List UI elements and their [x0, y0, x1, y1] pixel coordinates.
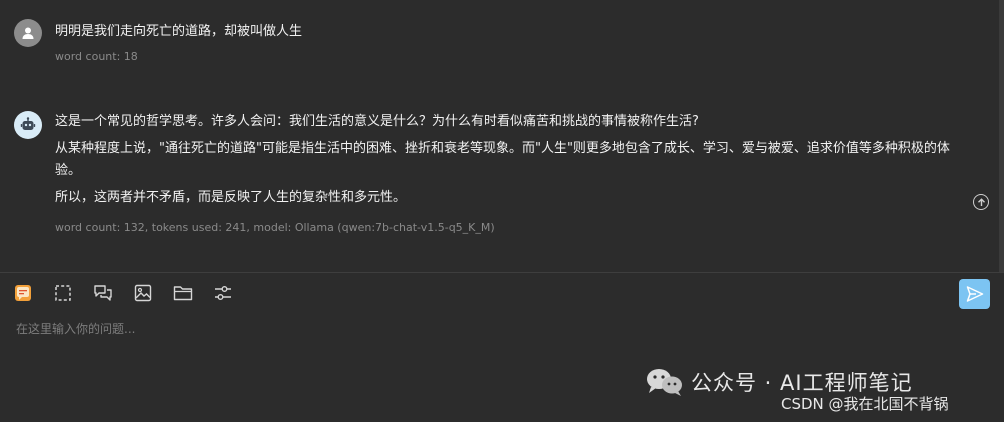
folder-icon[interactable]: [172, 282, 194, 304]
assistant-message-meta: word count: 132, tokens used: 241, model…: [55, 221, 495, 234]
assistant-paragraph: 这是一个常见的哲学思考。许多人会问：我们生活的意义是什么？为什么有时看似痛苦和挑…: [55, 114, 699, 129]
assistant-message-text: 这是一个常见的哲学思考。许多人会问：我们生活的意义是什么？为什么有时看似痛苦和挑…: [55, 111, 960, 209]
screenshot-select-icon[interactable]: [52, 282, 74, 304]
assistant-paragraph: 所以，这两者并不矛盾，而是反映了人生的复杂性和多元性。: [55, 190, 407, 205]
chat-area: 明明是我们走向死亡的道路，却被叫做人生 word count: 18 这是一个常…: [0, 0, 1004, 272]
image-icon[interactable]: [132, 282, 154, 304]
scroll-to-top-icon[interactable]: [973, 194, 989, 210]
user-message: 明明是我们走向死亡的道路，却被叫做人生 word count: 18: [0, 0, 1004, 80]
wechat-icon: [647, 369, 682, 396]
settings-sliders-icon[interactable]: [212, 282, 234, 304]
conversation-icon[interactable]: [92, 282, 114, 304]
send-icon: [966, 286, 983, 302]
bot-avatar-icon: [14, 111, 42, 139]
divider: [0, 272, 1004, 273]
user-avatar-icon: [14, 19, 42, 47]
assistant-message: 这是一个常见的哲学思考。许多人会问：我们生活的意义是什么？为什么有时看似痛苦和挑…: [0, 100, 1004, 240]
user-message-meta: word count: 18: [55, 50, 138, 63]
send-button[interactable]: [959, 279, 990, 309]
question-input[interactable]: [14, 318, 918, 340]
assistant-paragraph: 从某种程度上说，"通往死亡的道路"可能是指生活中的困难、挫折和衰老等现象。而"人…: [55, 141, 950, 178]
chat-mode-icon[interactable]: [12, 282, 34, 304]
user-message-text: 明明是我们走向死亡的道路，却被叫做人生: [55, 24, 303, 39]
watermark-sub-text: CSDN @我在北国不背锅: [781, 395, 949, 413]
input-toolbar: [0, 276, 1004, 314]
chat-scrollbar[interactable]: [999, 0, 1004, 272]
